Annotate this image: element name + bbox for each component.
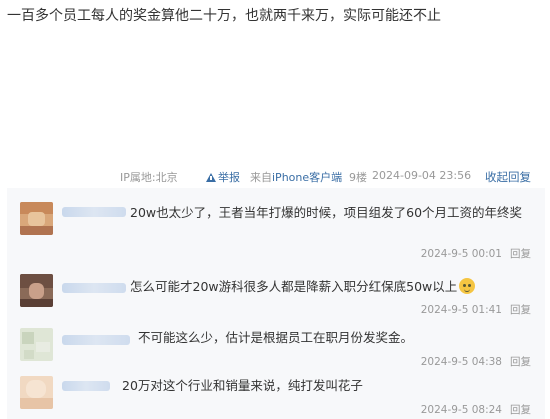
avatar[interactable] <box>20 328 53 361</box>
reply-timestamp: 2024-9-5 00:01 <box>420 248 502 260</box>
reply-footer: 2024-9-5 00:01 回复 <box>421 246 531 261</box>
reply-text: 怎么可能才20w游科很多人都是降薪入职分红保底50w以上 <box>130 276 530 298</box>
username[interactable] <box>62 207 126 217</box>
report-label: 举报 <box>218 171 240 184</box>
reply-footer: 2024-9-5 08:24 回复 <box>421 402 531 417</box>
reply-panel: 20w也太少了，王者当年打爆的时候，项目组发了60个月工资的年终奖 2024-9… <box>7 188 545 419</box>
device-info: 来自iPhone客户端 <box>250 169 342 185</box>
username[interactable] <box>62 335 130 345</box>
ip-location: IP属地:北京 <box>120 171 178 184</box>
grimace-emoji-icon <box>459 278 476 294</box>
avatar[interactable] <box>20 274 53 307</box>
floor-number: 9楼 <box>349 171 367 184</box>
reply-button[interactable]: 回复 <box>510 304 531 316</box>
device-prefix: 来自 <box>250 171 272 184</box>
reply-text: 20w也太少了，王者当年打爆的时候，项目组发了60个月工资的年终奖 <box>130 205 523 220</box>
reply-timestamp: 2024-9-5 08:24 <box>420 404 502 416</box>
post-timestamp: 2024-09-04 23:56 <box>372 169 472 182</box>
reply-timestamp: 2024-9-5 04:38 <box>420 356 502 368</box>
username[interactable] <box>62 381 110 391</box>
reply-footer: 2024-9-5 04:38 回复 <box>421 354 531 369</box>
reply-footer: 2024-9-5 01:41 回复 <box>421 302 531 317</box>
post-body: 一百多个员工每人的奖金算他二十万，也就两千来万，实际可能还不止 <box>7 8 441 24</box>
reply-text: 不可能这么少，估计是根据员工在职月份发奖金。 <box>138 330 414 345</box>
collapse-replies-link[interactable]: 收起回复 <box>485 169 531 185</box>
reply-text: 20万对这个行业和销量来说，纯打发叫花子 <box>122 378 363 393</box>
reply-timestamp: 2024-9-5 01:41 <box>420 304 502 316</box>
username[interactable] <box>62 283 126 293</box>
reply-button[interactable]: 回复 <box>510 404 531 416</box>
avatar[interactable] <box>20 376 53 409</box>
post-meta-bar: IP属地:北京 举报 来自iPhone客户端 9楼 2024-09-04 23:… <box>0 165 550 187</box>
reply-button[interactable]: 回复 <box>510 356 531 368</box>
report-link[interactable]: 举报 <box>206 169 240 185</box>
warning-icon <box>206 172 216 182</box>
avatar[interactable] <box>20 202 53 235</box>
device-link[interactable]: iPhone客户端 <box>272 171 342 184</box>
reply-text-content: 怎么可能才20w游科很多人都是降薪入职分红保底50w以上 <box>130 279 458 294</box>
reply-button[interactable]: 回复 <box>510 248 531 260</box>
